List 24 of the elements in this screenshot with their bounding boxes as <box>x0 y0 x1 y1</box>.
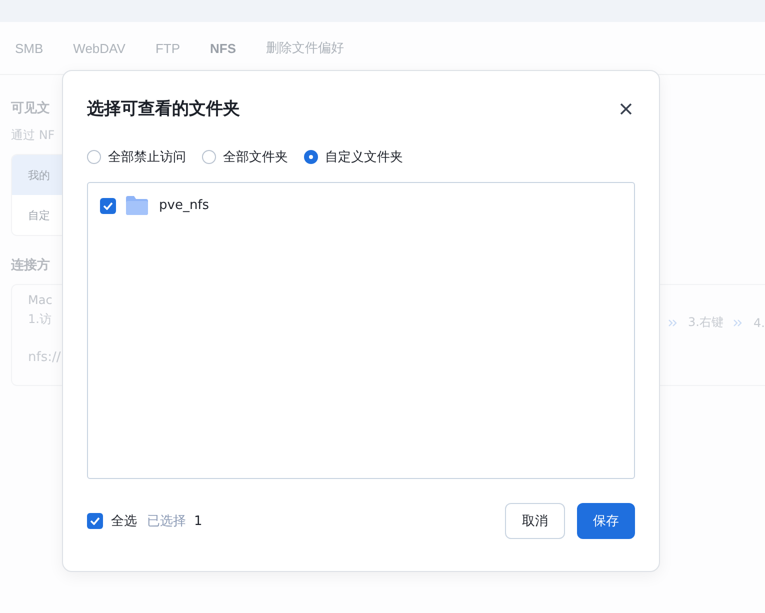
double-chevron-icon <box>733 318 744 326</box>
radio-label[interactable]: 自定义文件夹 <box>325 148 403 166</box>
dialog-title: 选择可查看的文件夹 <box>87 98 240 120</box>
check-icon <box>90 517 100 525</box>
double-chevron-icon <box>668 318 678 326</box>
radio-label[interactable]: 全部禁止访问 <box>108 148 186 166</box>
section-title: 可见文 <box>11 100 50 117</box>
selected-count: 1 <box>194 514 202 528</box>
tab[interactable]: NFS <box>210 40 236 56</box>
folder-name: pve_nfs <box>159 198 210 213</box>
select-all-label[interactable]: 全选 <box>111 512 137 530</box>
checkbox[interactable] <box>100 198 116 214</box>
cancel-button[interactable]: 取消 <box>505 503 565 539</box>
section-title: 连接方 <box>11 256 50 274</box>
platform-label: Mac <box>28 293 54 307</box>
radio-button[interactable] <box>202 150 216 164</box>
folder-icon <box>126 196 148 215</box>
selected-label: 已选择 <box>147 513 186 530</box>
select-all-checkbox[interactable] <box>87 513 103 529</box>
radio-button[interactable] <box>304 150 318 164</box>
save-button[interactable]: 保存 <box>577 503 635 539</box>
radio-label[interactable]: 全部文件夹 <box>223 148 288 166</box>
check-icon <box>103 202 113 210</box>
radio-button[interactable] <box>87 150 101 164</box>
